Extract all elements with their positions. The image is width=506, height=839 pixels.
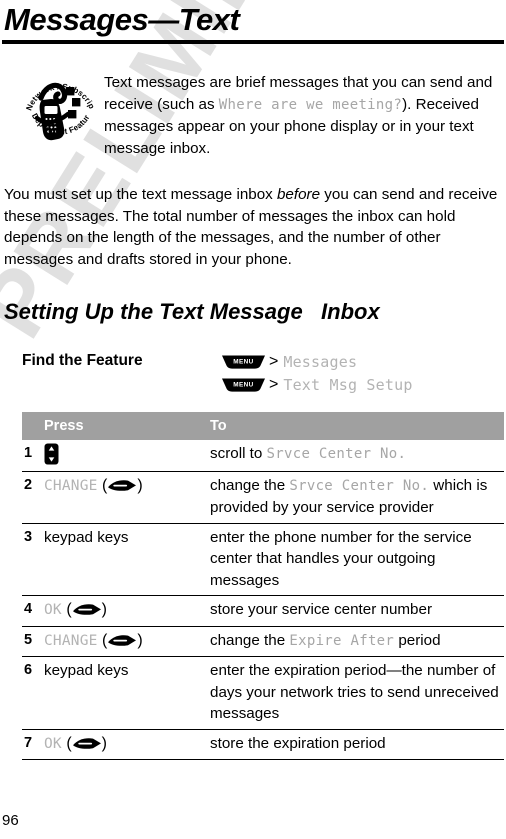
step-number: 3 [22, 523, 44, 596]
soft-key-label: OK [44, 735, 62, 752]
step-number: 4 [22, 595, 44, 627]
table-row: 2 CHANGE () change the Srvce Center No. wh… [22, 471, 504, 524]
table-row: 4 OK () store your service center number [22, 595, 504, 627]
scroll-key-icon[interactable] [44, 443, 59, 465]
path-separator: > [269, 375, 279, 393]
path-separator: > [269, 352, 279, 370]
table-row: 5 CHANGE () change the Expire After period [22, 626, 504, 657]
soft-key-paren-close: ) [137, 476, 143, 494]
description-text: store the expiration period [210, 734, 386, 752]
step-description-cell: change the Srvce Center No. which is pro… [210, 471, 504, 524]
step-press-cell: keypad keys [44, 523, 210, 596]
soft-key-label: OK [44, 602, 62, 618]
menu-item-name: Expire After [289, 632, 395, 649]
soft-key-paren-open: ( [61, 601, 72, 618]
right-soft-key-icon[interactable] [107, 634, 137, 647]
menu-key-icon: MENU [222, 354, 265, 369]
step-description-cell: scroll to Srvce Center No. [210, 440, 504, 472]
description-text: enter the phone number for the service c… [210, 528, 472, 589]
right-soft-key-icon[interactable] [72, 603, 102, 616]
step-number: 7 [22, 729, 44, 760]
example-message: Where are we meeting? [218, 96, 403, 113]
svg-text:MENU: MENU [233, 382, 253, 389]
title-divider [2, 40, 504, 44]
soft-key-label: CHANGE [44, 477, 98, 494]
network-subscription-dependent-feature-icon: Network / Subscription Dependent Feature [22, 64, 98, 150]
description-text: scroll to [210, 445, 267, 462]
right-soft-key-icon[interactable] [107, 479, 137, 492]
soft-key-paren-close: ) [101, 734, 107, 752]
description-text: period [394, 631, 441, 649]
soft-key-paren-open: ( [97, 631, 108, 649]
steps-table: Press To 1 scroll to Srvce Center No. 2 CHA… [22, 412, 504, 760]
menu-target-messages: Messages [283, 352, 358, 371]
soft-key-paren-close: ) [137, 631, 143, 649]
step-press-cell: OK () [44, 729, 210, 760]
intro-paragraph: Text messages are brief messages that yo… [104, 72, 504, 159]
steps-table-body: 1 scroll to Srvce Center No. 2 CHANGE () cha… [22, 440, 504, 760]
right-soft-key-icon[interactable] [72, 737, 102, 750]
step-press-cell: keypad keys [44, 656, 210, 730]
description-text: change the [210, 476, 290, 494]
step-press-cell [44, 440, 210, 472]
svg-text:Network / Subscription: Network / Subscription [22, 64, 96, 112]
soft-key-paren-close: ) [101, 601, 107, 618]
inbox-paragraph: You must set up the text message inbox b… [4, 184, 504, 270]
table-row: 6 keypad keys enter the expiration period—… [22, 656, 504, 730]
step-press-cell: OK () [44, 595, 210, 627]
soft-key-label: CHANGE [44, 632, 98, 649]
menu-item-name: Srvce Center No. [289, 477, 430, 494]
column-header-number [22, 412, 44, 440]
menu-key-icon: MENU [222, 377, 265, 392]
step-press-cell: CHANGE () [44, 471, 210, 524]
description-text: change the [210, 631, 290, 649]
step-number: 1 [22, 440, 44, 472]
step-number: 6 [22, 656, 44, 730]
table-row: 3 keypad keys enter the phone number for t… [22, 523, 504, 596]
soft-key-paren-open: ( [97, 476, 108, 494]
svg-text:MENU: MENU [233, 359, 253, 366]
menu-target-text-msg-setup: Text Msg Setup [283, 375, 413, 394]
section-heading: Setting Up the Text Message Inbox [4, 299, 380, 324]
menu-item-name: Srvce Center No. [266, 446, 407, 462]
table-row: 1 scroll to Srvce Center No. [22, 440, 504, 472]
page-title: Messages—Text [4, 2, 240, 37]
inbox-text-1: You must set up the text message inbox [4, 186, 277, 203]
manual-page: Messages—Text Network / Subscrip Depende… [0, 0, 506, 839]
column-header-to: To [210, 412, 504, 440]
find-feature-step: MENU > Messages [222, 351, 413, 372]
step-description-cell: change the Expire After period [210, 626, 504, 657]
press-label: keypad keys [44, 662, 129, 679]
find-the-feature-path: MENU > Messages MENU > Text Msg Setup [222, 351, 413, 397]
step-description-cell: store the expiration period [210, 729, 504, 760]
page-number: 96 [2, 812, 19, 829]
step-description-cell: enter the expiration period—the number o… [210, 656, 504, 730]
inbox-emphasis: before [276, 186, 321, 203]
description-text: enter the expiration period—the number o… [210, 662, 499, 722]
step-press-cell: CHANGE () [44, 626, 210, 657]
step-number: 5 [22, 626, 44, 657]
find-the-feature-label: Find the Feature [22, 352, 143, 369]
step-number: 2 [22, 471, 44, 524]
step-description-cell: store your service center number [210, 595, 504, 627]
column-header-press: Press [44, 412, 210, 440]
description-text: store your service center number [210, 601, 432, 618]
find-feature-step: MENU > Text Msg Setup [222, 374, 413, 395]
step-description-cell: enter the phone number for the service c… [210, 523, 504, 596]
press-label: keypad keys [44, 528, 129, 546]
table-header-row: Press To [22, 412, 504, 440]
table-row: 7 OK () store the expiration period [22, 729, 504, 760]
intro-text-2: ). [402, 95, 412, 113]
soft-key-paren-open: ( [61, 734, 72, 752]
